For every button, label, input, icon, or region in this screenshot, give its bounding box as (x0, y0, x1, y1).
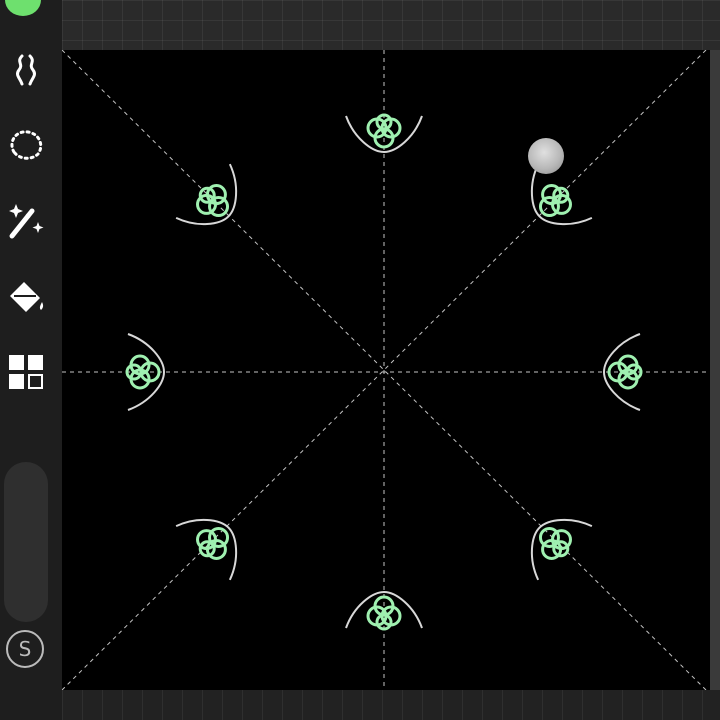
layers-grid-icon (9, 355, 43, 389)
lasso-select-icon (10, 130, 43, 160)
symmetry-motif (345, 590, 423, 631)
s-circle-icon: S (6, 630, 44, 668)
symmetry-motif (602, 333, 643, 411)
bottom-grid-strip (62, 690, 720, 720)
brush-cursor (528, 138, 564, 174)
lasso-tool-button[interactable] (4, 124, 48, 168)
symmetry-tool-button[interactable] (4, 48, 48, 92)
brush-size-slider[interactable] (4, 462, 48, 622)
symmetry-motif (125, 333, 166, 411)
magic-wand-tool-button[interactable] (4, 198, 48, 242)
symmetry-icon (16, 54, 36, 86)
left-toolbar: S (0, 0, 62, 720)
paint-bucket-tool-button[interactable] (4, 274, 48, 318)
symmetry-motif (530, 163, 593, 226)
drawing-canvas[interactable] (62, 50, 710, 690)
svg-text:S: S (19, 637, 32, 661)
canvas-edge (710, 50, 720, 690)
layers-tool-button[interactable] (4, 350, 48, 394)
s-button[interactable]: S (4, 628, 46, 670)
symmetry-motif (530, 518, 593, 581)
symmetry-motif (175, 518, 238, 581)
magic-wand-icon (9, 204, 44, 239)
paint-bucket-icon (10, 282, 44, 312)
top-grid-strip (62, 0, 720, 52)
symmetry-motif (345, 113, 423, 154)
symmetry-motif (175, 163, 238, 226)
current-color-swatch[interactable] (5, 0, 41, 16)
